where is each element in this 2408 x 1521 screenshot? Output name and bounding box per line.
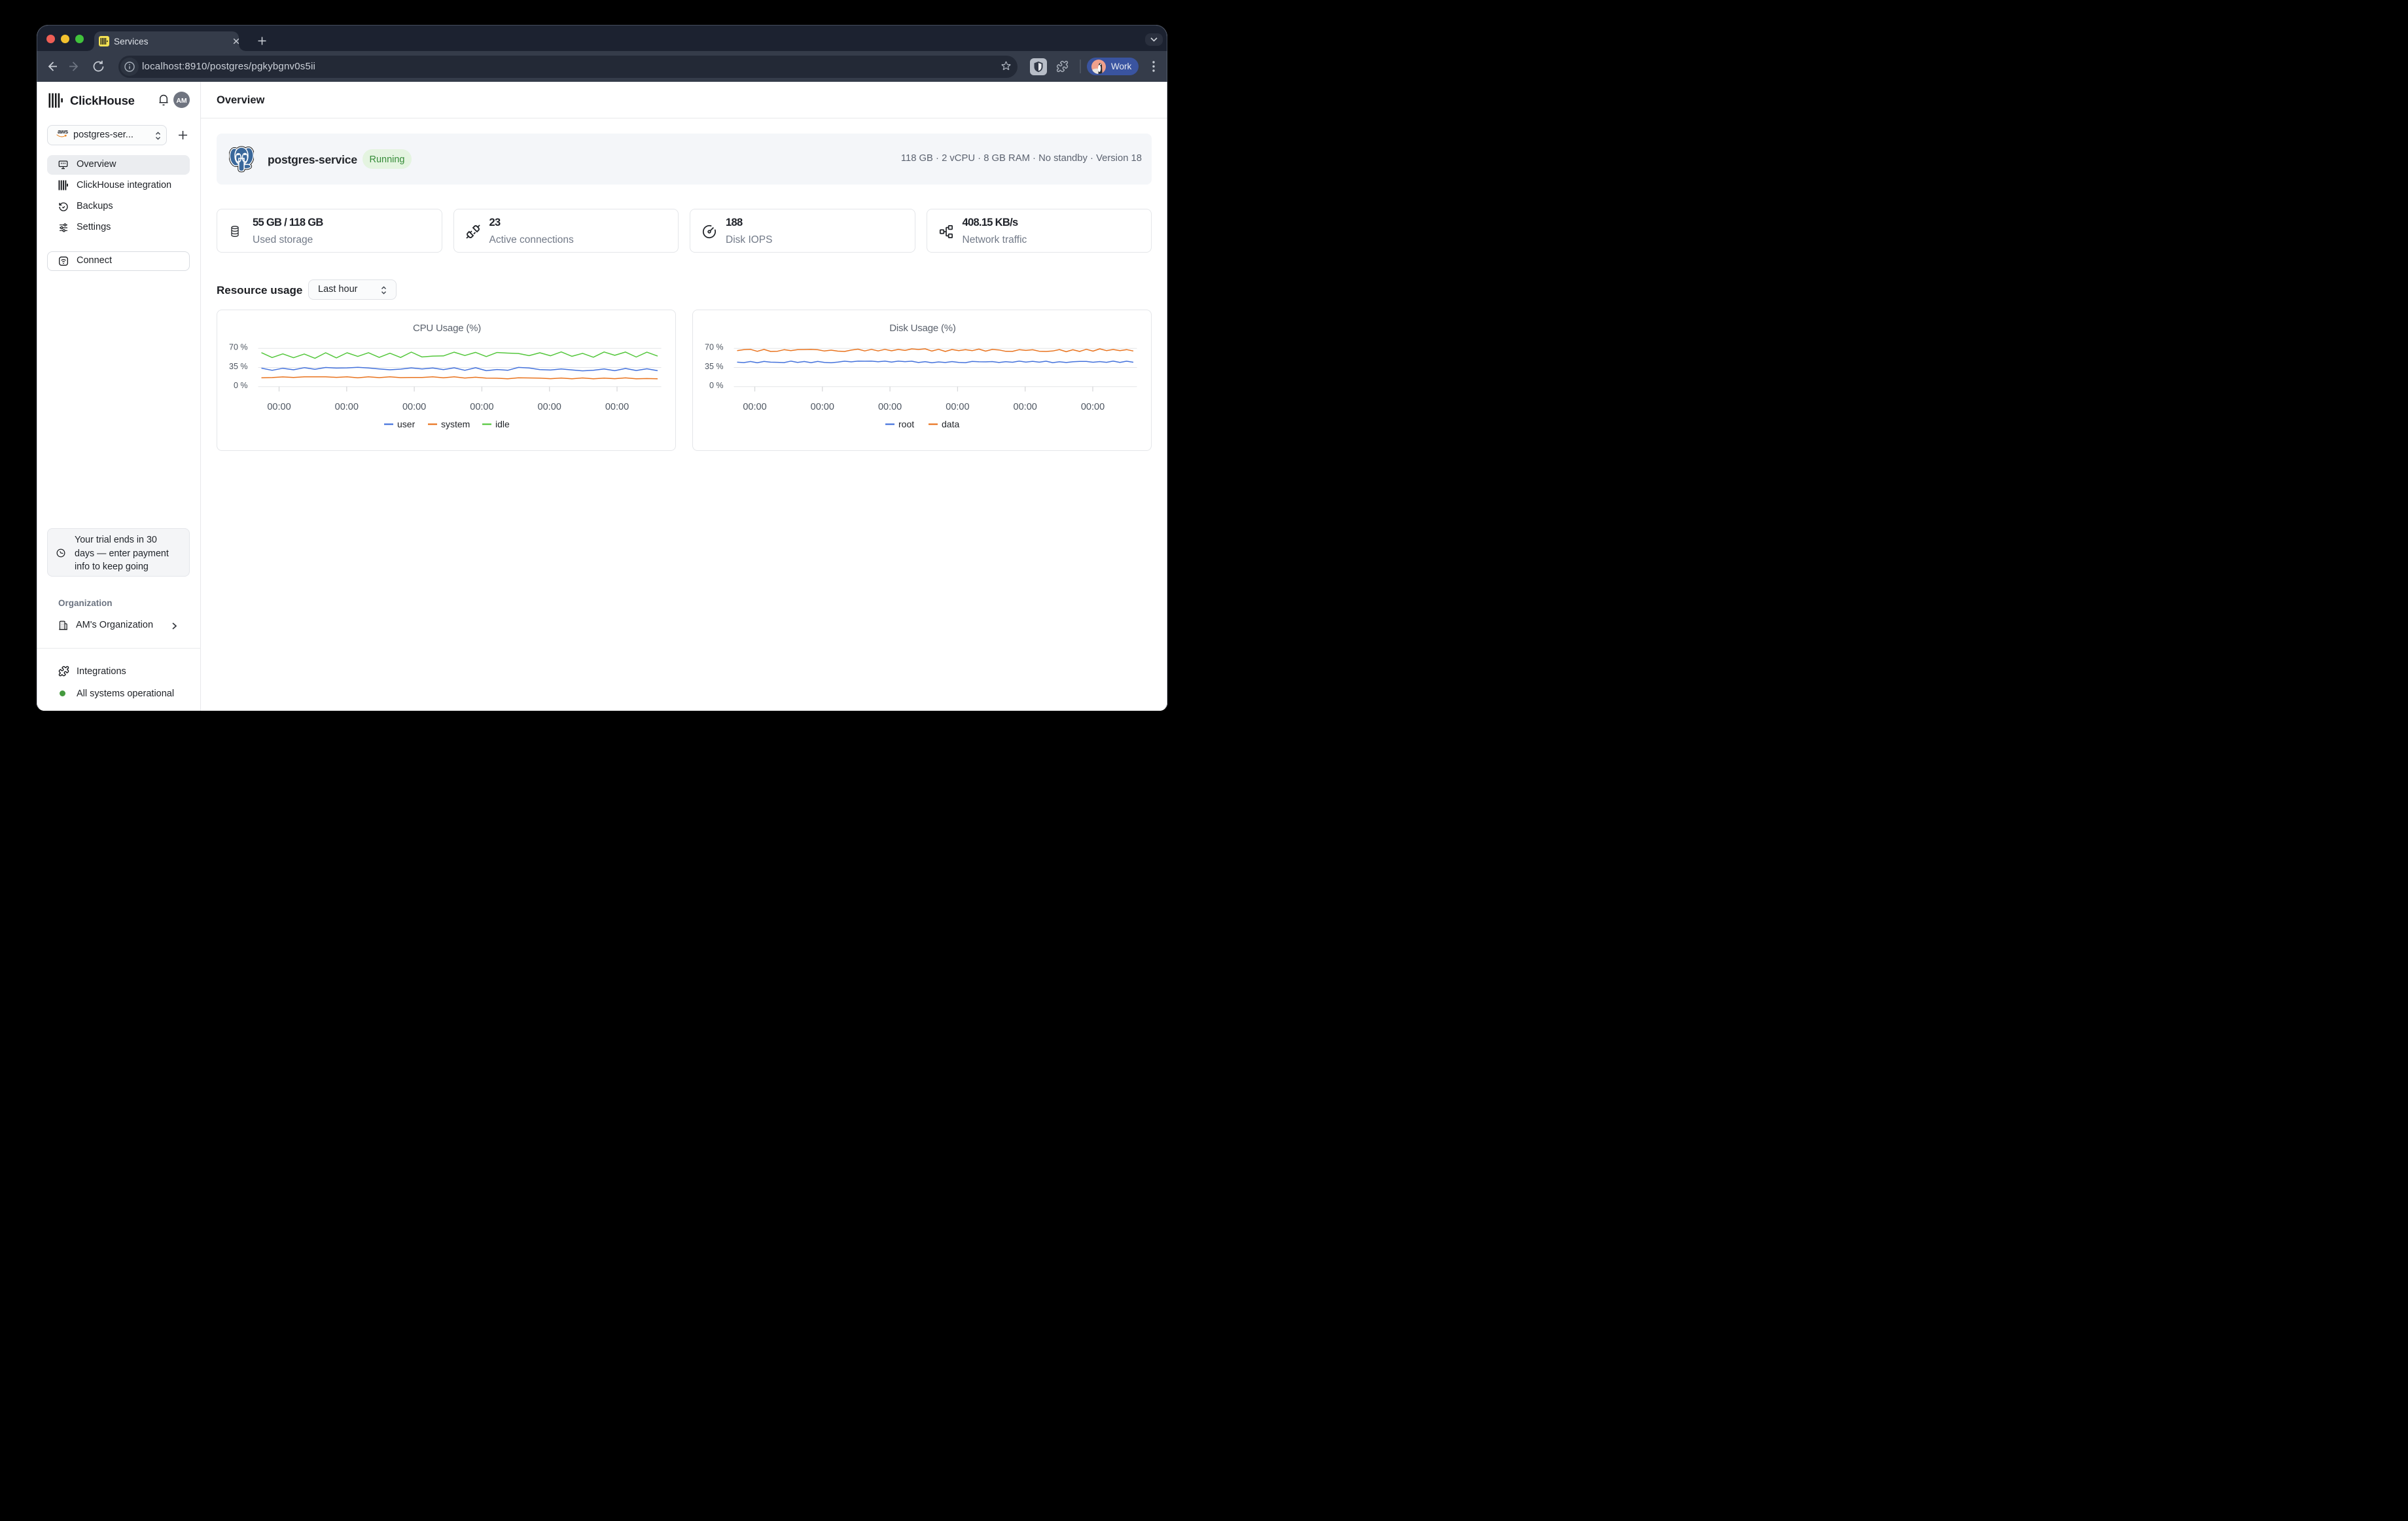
svg-text:0 %: 0 % (234, 381, 248, 390)
svg-text:00:00: 00:00 (1014, 402, 1037, 412)
svg-text:0 %: 0 % (709, 381, 724, 390)
svg-text:00:00: 00:00 (402, 402, 426, 412)
svg-text:70 %: 70 % (705, 342, 724, 351)
svg-text:35 %: 35 % (705, 361, 724, 370)
svg-text:root: root (898, 419, 914, 429)
svg-text:idle: idle (495, 419, 510, 429)
svg-text:user: user (397, 419, 416, 429)
svg-text:00:00: 00:00 (946, 402, 969, 412)
svg-text:00:00: 00:00 (538, 402, 561, 412)
svg-text:00:00: 00:00 (605, 402, 629, 412)
svg-text:00:00: 00:00 (470, 402, 493, 412)
svg-text:35 %: 35 % (229, 361, 248, 370)
svg-text:00:00: 00:00 (878, 402, 902, 412)
svg-text:00:00: 00:00 (335, 402, 359, 412)
svg-text:system: system (441, 419, 470, 429)
svg-text:00:00: 00:00 (1081, 402, 1105, 412)
svg-text:Disk Usage (%): Disk Usage (%) (889, 323, 956, 334)
svg-text:data: data (942, 419, 959, 429)
svg-text:00:00: 00:00 (743, 402, 766, 412)
svg-text:CPU Usage (%): CPU Usage (%) (413, 323, 481, 334)
svg-text:00:00: 00:00 (267, 402, 291, 412)
svg-text:00:00: 00:00 (811, 402, 834, 412)
svg-text:70 %: 70 % (229, 342, 248, 351)
